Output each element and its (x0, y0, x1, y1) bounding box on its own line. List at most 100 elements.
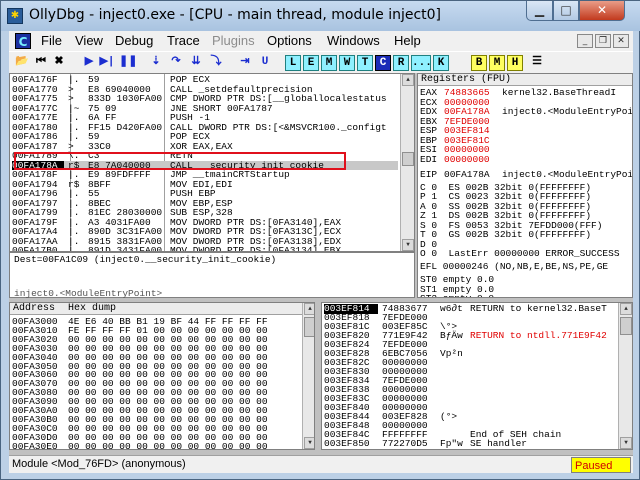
disasm-scrollbar[interactable]: ▲ ▼ (400, 74, 414, 251)
scroll-up-arrow[interactable]: ▲ (402, 74, 414, 86)
open-file-icon[interactable]: 📂 (13, 55, 31, 71)
close-button[interactable]: ✕ (579, 1, 625, 21)
register-value[interactable]: 00000000 (444, 154, 500, 165)
dump-scrollbar[interactable]: ▲ ▼ (302, 303, 314, 449)
stack-row[interactable]: 003EF850 772270D5 Fp"w SE handler (324, 439, 618, 449)
hex-dump-pane[interactable]: Address Hex dump 00FA3000 4E E6 40 BB B1 … (9, 302, 315, 450)
memory-breakpoints-button[interactable]: M (489, 55, 505, 71)
step-over-icon[interactable]: ↷ (167, 55, 185, 71)
menu-plugins[interactable]: Plugins (212, 33, 255, 48)
register-comment: kernel32.BaseThreadI (502, 88, 617, 98)
mdi-close-button[interactable]: ✕ (613, 34, 629, 48)
ollydbg-window: ✱ OllyDbg - inject0.exe - [CPU - main th… (0, 0, 640, 480)
instruction-bytes: 8BEC (88, 198, 111, 208)
scroll-down-arrow[interactable]: ▼ (620, 437, 632, 449)
register-name: EIP (420, 169, 438, 180)
info-location: inject0.<ModuleEntryPoint> (14, 288, 163, 299)
run-trace-button[interactable]: ... (411, 55, 432, 71)
highlight-box (14, 152, 346, 170)
cpu-window-icon[interactable]: C (15, 33, 31, 49)
menu-windows[interactable]: Windows (327, 33, 380, 48)
instruction-bytes: 33C0 (88, 141, 111, 151)
scroll-up-arrow[interactable]: ▲ (304, 303, 314, 315)
dump-address-header[interactable]: Address (13, 303, 55, 314)
dump-hex-header[interactable]: Hex dump (68, 303, 116, 314)
instruction-bytes: 75 09 (88, 103, 117, 113)
stack-scrollbar[interactable]: ▲ ▼ (618, 303, 632, 449)
maximize-button[interactable]: □ (553, 1, 579, 21)
dump-header: Address Hex dump (10, 303, 314, 315)
scroll-up-arrow[interactable]: ▲ (620, 303, 632, 315)
title-bar[interactable]: ✱ OllyDbg - inject0.exe - [CPU - main th… (1, 1, 640, 31)
run-thread-icon[interactable]: ▶| (99, 55, 115, 71)
menu-help[interactable]: Help (394, 33, 421, 48)
mdi-restore-button[interactable]: ❐ (595, 34, 611, 48)
registers-header[interactable]: Registers (FPU) (418, 74, 632, 86)
instruction-text: MOV EDI,EDI (170, 179, 233, 189)
instruction-text: JMP __tmainCRTStartup (170, 170, 290, 180)
fpu-register-row[interactable]: ST2 empty 0.0 (420, 294, 632, 297)
breakpoints-button[interactable]: B (471, 55, 487, 71)
register-row-eip[interactable]: EIP 00FA178Ainject0.<ModuleEntryPoint> (420, 170, 632, 180)
menu-debug[interactable]: Debug (115, 33, 153, 48)
windows-window-button[interactable]: W (339, 55, 355, 71)
dump-hex-bytes: 00 00 00 00 00 00 00 00 00 00 00 00 (68, 441, 268, 450)
dump-address: 00FA30E0 (12, 440, 58, 450)
stack-address: 003EF850 (324, 438, 370, 449)
restart-icon[interactable]: ⏮ (33, 55, 49, 71)
register-value[interactable]: 00FA178A (444, 170, 500, 180)
references-window-button[interactable]: R (393, 55, 409, 71)
register-row[interactable]: EDI 00000000 (420, 154, 632, 165)
trace-into-icon[interactable]: ⇊ (187, 55, 205, 71)
instruction-bytes: 890D 3C31FA00 (88, 227, 163, 237)
hardware-breakpoints-button[interactable]: H (507, 55, 523, 71)
list-icon[interactable]: ☰ (529, 55, 545, 71)
dump-row[interactable]: 00FA30E0 00 00 00 00 00 00 00 00 00 00 00… (12, 440, 302, 450)
status-bar: Module <Mod_76FD> (anonymous) Paused (9, 455, 633, 473)
modules-window-button[interactable]: E (303, 55, 319, 71)
scroll-down-arrow[interactable]: ▼ (304, 437, 314, 449)
pause-icon[interactable]: ❚❚ (119, 55, 137, 71)
instruction-text: MOV DWORD PTR DS:[0FA313C],ECX (170, 227, 342, 237)
instruction-bytes: 81EC 28030000 (88, 208, 163, 218)
window-title: OllyDbg - inject0.exe - [CPU - main thre… (29, 7, 442, 23)
threads-window-button[interactable]: T (357, 55, 373, 71)
info-destination: Dest=00FA1C09 (inject0.__security_init_c… (14, 254, 277, 265)
instruction-text: MOV DWORD PTR DS:[0FA3140],EAX (170, 217, 342, 227)
instruction-text: SUB ESP,328 (170, 208, 233, 218)
menu-view[interactable]: View (75, 33, 103, 48)
mdi-minimize-button[interactable]: _ (577, 34, 593, 48)
eflags-row[interactable]: EFL 00000246 (NO,NB,E,BE,NS,PE,GE (420, 261, 632, 272)
log-window-button[interactable]: L (285, 55, 301, 71)
menu-file[interactable]: File (41, 33, 62, 48)
disassembly-pane[interactable]: 00FA176F |. 59 POP ECX 00FA1770 > E8 69040000 C… (9, 73, 415, 252)
instruction-bytes: 59 (88, 75, 100, 85)
execute-till-return-icon[interactable]: ⇥ (237, 55, 253, 71)
stack-ascii: Fp"w (440, 438, 463, 449)
step-into-icon[interactable]: ⇣ (147, 55, 165, 71)
instruction-bytes: 8915 3831FA00 (88, 236, 163, 246)
minimize-button[interactable]: ▁ (526, 1, 553, 21)
menu-trace[interactable]: Trace (167, 33, 200, 48)
trace-over-icon[interactable]: ⤵ (207, 55, 225, 71)
scroll-thumb[interactable] (620, 317, 632, 335)
menu-options[interactable]: Options (267, 33, 312, 48)
cpu-window-button[interactable]: C (375, 55, 391, 71)
registers-pane[interactable]: Registers (FPU) EAX 74883665 kernel32.Base… (417, 73, 633, 298)
call-stack-button[interactable]: K (433, 55, 449, 71)
scroll-thumb[interactable] (402, 152, 414, 166)
execute-till-user-code-icon[interactable]: U (257, 55, 273, 71)
scroll-down-arrow[interactable]: ▼ (402, 239, 414, 251)
instruction-text: MOV EBP,ESP (170, 198, 233, 208)
flag-segment-row[interactable]: T 0 GS 002B 32bit 0(FFFFFFFF) (420, 230, 632, 240)
status-message: Module <Mod_76FD> (anonymous) (12, 458, 186, 470)
scroll-thumb[interactable] (304, 317, 314, 337)
memory-window-button[interactable]: M (321, 55, 337, 71)
instruction-text: JNE SHORT 00FA1787 (170, 103, 273, 113)
close-program-icon[interactable]: ✖ (51, 55, 67, 71)
run-icon[interactable]: ▶ (81, 55, 97, 71)
stack-pane[interactable]: 003EF814 74883677 w6∂t RETURN to kernel32.B… (321, 302, 633, 450)
instruction-bytes: E9 89FDFFFF (88, 170, 151, 180)
register-comment: inject0.<ModuleEntryPoint> (502, 170, 632, 180)
flag-segment-row[interactable]: O 0 LastErr 00000000 ERROR_SUCCESS (420, 249, 632, 259)
